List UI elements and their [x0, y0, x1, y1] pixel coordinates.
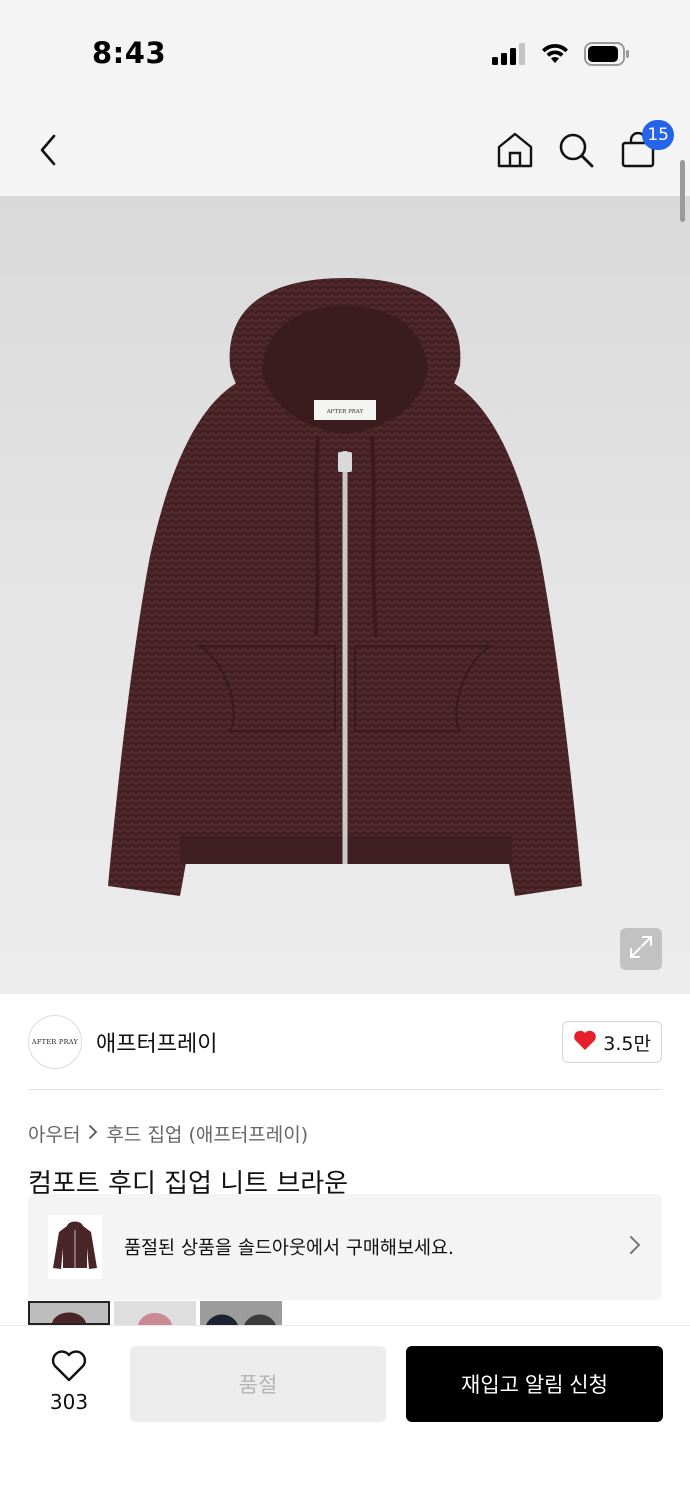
soldout-banner-text: 품절된 상품을 솔드아웃에서 구매해보세요. [124, 1238, 454, 1259]
wishlist-count: 303 [49, 1390, 89, 1414]
soldout-banner[interactable]: 품절된 상품을 솔드아웃에서 구매해보세요. [28, 1194, 662, 1300]
battery-icon [584, 42, 630, 70]
scroll-indicator[interactable] [680, 160, 685, 222]
status-icons [492, 42, 630, 70]
color-options [28, 1301, 282, 1325]
brand-row: AFTER PRAY 애프터프레이 3.5만 [28, 1014, 662, 1070]
cart-button[interactable]: 15 [616, 120, 674, 174]
brand-like-count: 3.5만 [603, 1032, 651, 1055]
brand-logo[interactable]: AFTER PRAY [28, 1015, 82, 1069]
neck-label-text: AFTER PRAY [326, 409, 364, 415]
search-icon [557, 131, 595, 173]
product-image[interactable]: AFTER PRAY [0, 196, 690, 994]
search-button[interactable] [554, 130, 598, 174]
chevron-right-icon [628, 1234, 642, 1260]
back-button[interactable] [26, 130, 70, 174]
cellular-signal-icon [492, 43, 526, 69]
color-option-navy[interactable] [200, 1301, 282, 1325]
color-option-pink[interactable] [114, 1301, 196, 1325]
bottom-action-bar: 303 품절 재입고 알림 신청 [0, 1325, 690, 1500]
cart-count-badge: 15 [642, 120, 674, 150]
expand-icon [628, 934, 654, 964]
restock-alert-button[interactable]: 재입고 알림 신청 [406, 1346, 663, 1422]
brand-like-button[interactable]: 3.5만 [562, 1021, 662, 1063]
brand-logo-text: AFTER PRAY [31, 1038, 79, 1046]
chevron-left-icon [37, 133, 59, 171]
wishlist-button[interactable]: 303 [40, 1350, 98, 1414]
brand-name[interactable]: 애프터프레이 [96, 1026, 217, 1058]
status-time: 8:43 [92, 36, 167, 70]
wifi-icon [540, 43, 570, 69]
breadcrumb-item-subcategory[interactable]: 후드 집업 (애프터프레이) [106, 1120, 308, 1147]
heart-filled-icon [573, 1029, 597, 1056]
color-option-brown[interactable] [28, 1301, 110, 1325]
home-icon [496, 131, 534, 173]
divider [28, 1089, 662, 1090]
soldout-button: 품절 [130, 1346, 386, 1422]
status-bar: 8:43 [0, 0, 690, 110]
sweater-illustration: AFTER PRAY [108, 278, 582, 896]
heart-outline-icon [51, 1350, 87, 1386]
breadcrumb: 아우터 후드 집업 (애프터프레이) [28, 1120, 308, 1147]
home-button[interactable] [493, 130, 537, 174]
expand-image-button[interactable] [620, 928, 662, 970]
breadcrumb-separator-icon [86, 1123, 100, 1145]
nav-bar: 15 [0, 110, 690, 196]
breadcrumb-item-category[interactable]: 아우터 [28, 1120, 80, 1147]
soldout-thumbnail [48, 1215, 102, 1279]
